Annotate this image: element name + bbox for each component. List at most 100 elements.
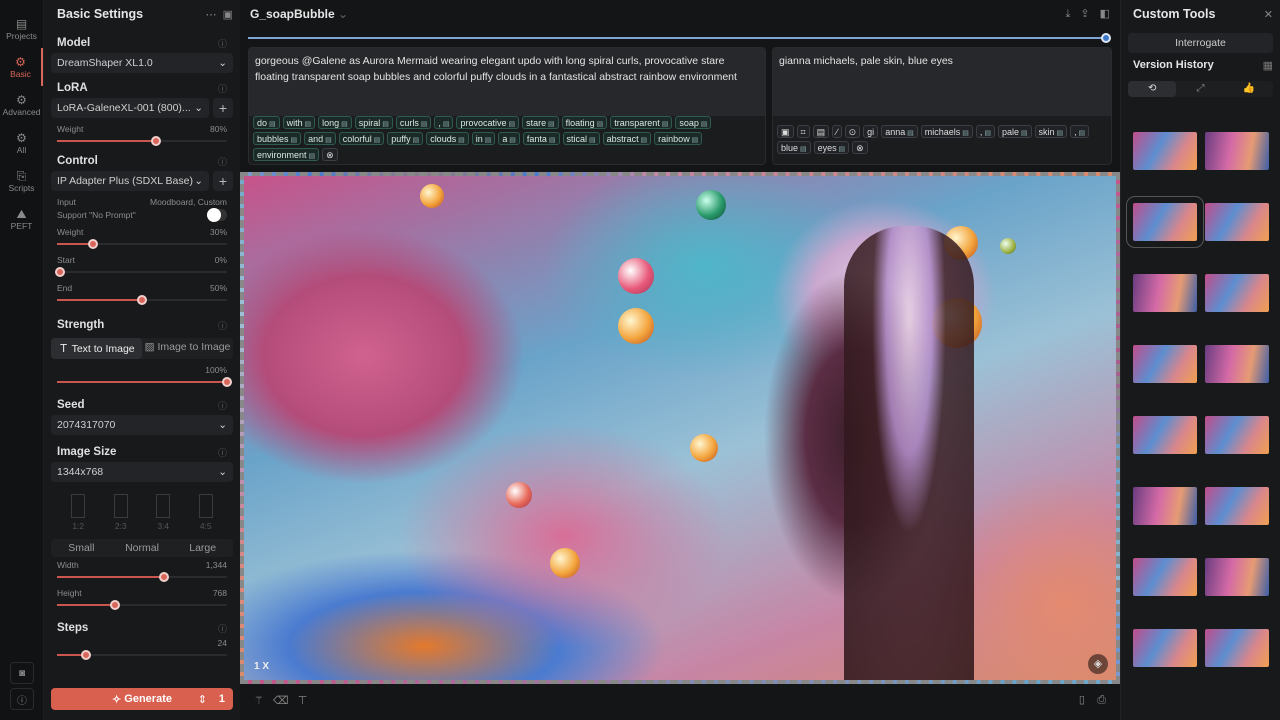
token-chip[interactable]: michaels xyxy=(921,125,973,138)
version-thumbnail[interactable] xyxy=(1205,132,1269,170)
token-chip[interactable]: ∕ xyxy=(832,125,842,138)
rail-all[interactable]: ⚙All xyxy=(0,124,43,162)
token-chip[interactable]: transparent xyxy=(610,116,672,129)
image-to-image-tab[interactable]: ▨ Image to Image xyxy=(142,338,233,359)
info-icon[interactable]: ⓘ xyxy=(10,688,34,710)
steps-slider[interactable] xyxy=(57,650,227,660)
version-thumbnail[interactable] xyxy=(1133,416,1197,454)
export-icon[interactable]: ⎙ xyxy=(1097,694,1106,706)
rail-basic[interactable]: ⚙Basic xyxy=(0,48,43,86)
grid-icon[interactable]: ▦ xyxy=(1263,59,1273,72)
version-thumbnail[interactable] xyxy=(1205,629,1269,667)
token-chip[interactable]: ▤ xyxy=(813,125,830,138)
info-icon[interactable]: ⓘ xyxy=(218,446,227,459)
token-chip[interactable]: curls xyxy=(396,116,432,129)
like-tab[interactable]: 👍 xyxy=(1225,81,1273,97)
negative-prompt-box[interactable]: gianna michaels, pale skin, blue eyes ▣⌗… xyxy=(772,47,1112,165)
token-chip[interactable]: ⌗ xyxy=(797,125,810,138)
stamp-icon[interactable]: ⊤ xyxy=(298,695,308,707)
prompt-box[interactable]: gorgeous @Galene as Aurora Mermaid weari… xyxy=(248,47,766,165)
version-thumbnail[interactable] xyxy=(1205,274,1269,312)
generate-count[interactable]: 1 xyxy=(219,693,225,705)
image-size-select[interactable]: 1344x768⌄ xyxy=(51,462,233,482)
height-slider[interactable] xyxy=(57,600,227,610)
token-chip[interactable]: in xyxy=(472,132,496,145)
token-chip[interactable]: ⊗ xyxy=(322,148,338,161)
control-weight-slider[interactable] xyxy=(57,239,227,249)
control-select[interactable]: IP Adapter Plus (SDXL Base)⌄ xyxy=(51,171,209,191)
token-chip[interactable]: pale xyxy=(998,125,1032,138)
version-thumbnail[interactable] xyxy=(1205,487,1269,525)
token-chip[interactable]: ⊗ xyxy=(852,141,868,154)
info-icon[interactable]: ⓘ xyxy=(218,319,227,332)
ratio-2-3[interactable]: 2:3 xyxy=(114,494,128,531)
model-select[interactable]: DreamShaper XL1.0⌄ xyxy=(51,53,233,73)
token-chip[interactable]: ▣ xyxy=(777,125,794,138)
version-thumbnail[interactable] xyxy=(1133,487,1197,525)
rail-projects[interactable]: ▤Projects xyxy=(0,10,43,48)
token-chip[interactable]: colorful xyxy=(339,132,385,145)
support-no-prompt-toggle[interactable] xyxy=(207,209,227,221)
version-thumbnail[interactable] xyxy=(1133,558,1197,596)
token-chip[interactable]: floating xyxy=(562,116,608,129)
text-to-image-tab[interactable]: Ｔ Text to Image xyxy=(51,338,142,359)
add-control-button[interactable]: + xyxy=(213,171,233,191)
strength-slider[interactable] xyxy=(57,377,227,387)
info-icon[interactable]: ⓘ xyxy=(218,82,227,95)
rail-advanced[interactable]: ⚙Advanced xyxy=(0,86,43,124)
prompt-input[interactable]: gorgeous @Galene as Aurora Mermaid weari… xyxy=(249,48,765,116)
version-thumbnail[interactable] xyxy=(1205,416,1269,454)
token-chip[interactable]: skin xyxy=(1035,125,1068,138)
token-chip[interactable]: bubbles xyxy=(253,132,301,145)
token-chip[interactable]: anna xyxy=(881,125,918,138)
version-thumbnail[interactable] xyxy=(1133,203,1197,241)
info-icon[interactable]: ⓘ xyxy=(218,37,227,50)
lora-weight-slider[interactable] xyxy=(57,136,227,146)
token-chip[interactable]: with xyxy=(283,116,316,129)
community-icon[interactable]: ◙ xyxy=(10,662,34,684)
generated-image[interactable]: 1 X ◈ xyxy=(240,172,1120,684)
end-slider[interactable] xyxy=(57,295,227,305)
token-chip[interactable]: abstract xyxy=(603,132,652,145)
version-thumbnail[interactable] xyxy=(1133,345,1197,383)
token-chip[interactable]: environment xyxy=(253,148,319,161)
panel-toggle-icon[interactable]: ◧ xyxy=(1100,8,1110,20)
ratio-3-4[interactable]: 3:4 xyxy=(156,494,170,531)
token-chip[interactable]: soap xyxy=(675,116,711,129)
close-icon[interactable]: ✕ xyxy=(1264,8,1273,21)
project-title[interactable]: G_soapBubble ⌄ xyxy=(250,7,348,21)
token-chip[interactable]: , xyxy=(434,116,453,129)
token-chip[interactable]: stare xyxy=(522,116,559,129)
size-normal[interactable]: Normal xyxy=(112,539,173,557)
file-icon[interactable]: ▯ xyxy=(1079,694,1085,706)
token-chip[interactable]: stical xyxy=(563,132,600,145)
magic-wand-icon[interactable]: ⚚ xyxy=(254,695,264,707)
add-lora-button[interactable]: + xyxy=(213,98,233,118)
token-chip[interactable]: puffy xyxy=(387,132,423,145)
seed-input[interactable]: 2074317070⌄ xyxy=(51,415,233,435)
version-thumbnail[interactable] xyxy=(1205,203,1269,241)
token-chip[interactable]: clouds xyxy=(426,132,469,145)
interrogate-button[interactable]: Interrogate xyxy=(1128,33,1273,53)
token-chip[interactable]: and xyxy=(304,132,336,145)
stepper-icon[interactable]: ⇕ xyxy=(198,693,207,706)
info-icon[interactable]: ⓘ xyxy=(218,399,227,412)
token-chip[interactable]: ⊙ xyxy=(845,125,861,138)
token-chip[interactable]: , xyxy=(976,125,995,138)
rail-scripts[interactable]: ⎘Scripts xyxy=(0,162,43,200)
save-icon[interactable]: ▣ xyxy=(223,9,233,21)
generate-button[interactable]: ✧ Generate⇕1 xyxy=(51,688,233,710)
negative-prompt-input[interactable]: gianna michaels, pale skin, blue eyes xyxy=(773,48,1111,116)
version-thumbnail[interactable] xyxy=(1133,629,1197,667)
token-chip[interactable]: a xyxy=(498,132,520,145)
info-icon[interactable]: ⓘ xyxy=(218,155,227,168)
expand-tab[interactable]: ⤢ xyxy=(1176,81,1224,97)
size-small[interactable]: Small xyxy=(51,539,112,557)
token-chip[interactable]: fanta xyxy=(523,132,560,145)
download-icon[interactable]: ⤓ xyxy=(1066,8,1071,20)
token-chip[interactable]: blue xyxy=(777,141,811,154)
token-chip[interactable]: long xyxy=(318,116,352,129)
share-icon[interactable]: ⇪ xyxy=(1080,8,1089,20)
token-chip[interactable]: spiral xyxy=(355,116,393,129)
ratio-4-5[interactable]: 4:5 xyxy=(199,494,213,531)
